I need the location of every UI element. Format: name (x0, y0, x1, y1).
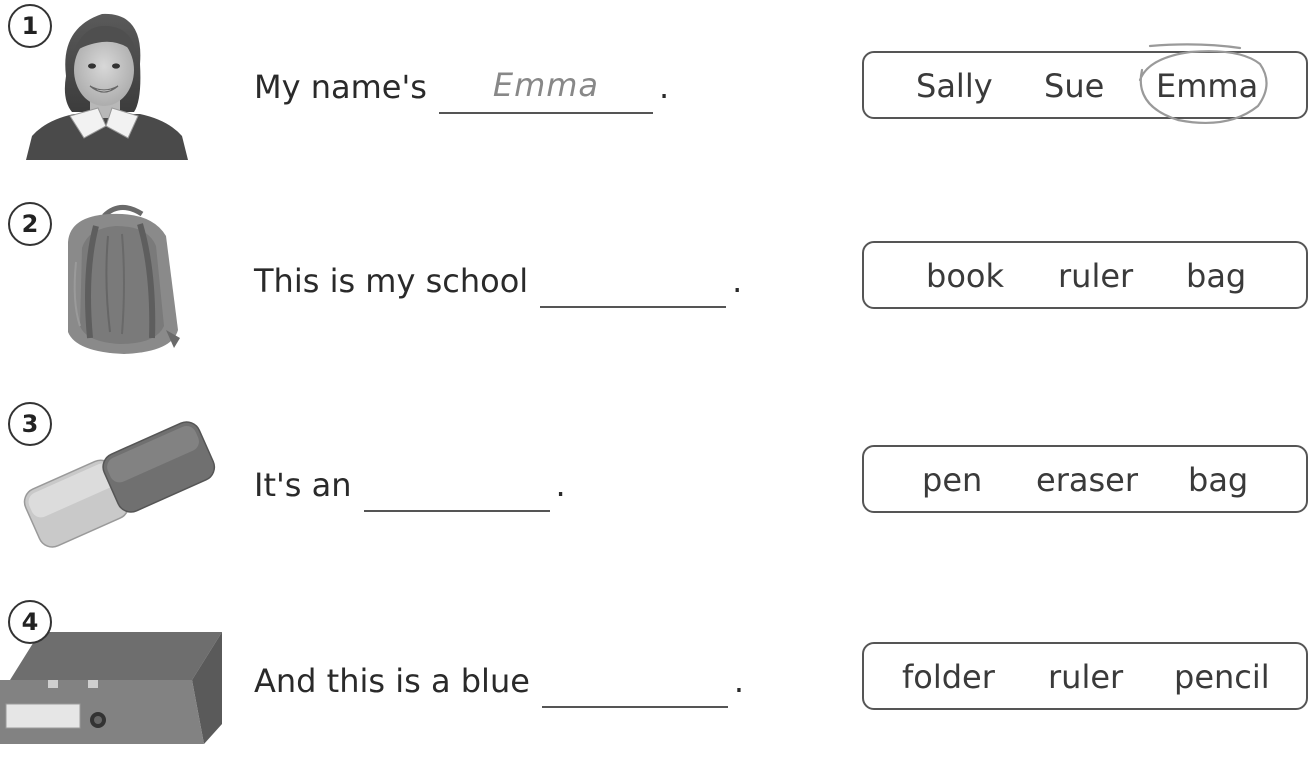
sentence-2: This is my school . (254, 254, 743, 308)
folder-photo (0, 632, 222, 744)
exercise-number-4: 4 (8, 600, 52, 644)
option-bag-3[interactable]: bag (1188, 461, 1248, 499)
sentence-4: And this is a blue . (254, 654, 745, 708)
sentence-text-4: And this is a blue (254, 662, 530, 700)
answer-blank-4[interactable] (541, 662, 728, 708)
answer-blank-3[interactable] (363, 466, 550, 512)
exercise-3: 3 It's an . pen eraser bag (0, 398, 1309, 568)
exercise-1: 1 My name's Emma . Sally Sue Emma (0, 0, 1309, 170)
option-ruler[interactable]: ruler (1058, 257, 1133, 295)
word-options-box-3: pen eraser bag (862, 445, 1308, 513)
sentence-text-1: My name's (254, 68, 427, 106)
option-eraser[interactable]: eraser (1036, 461, 1138, 499)
option-ruler-4[interactable]: ruler (1048, 658, 1123, 696)
word-options-box-2: book ruler bag (862, 241, 1308, 309)
sentence-period-1: . (658, 68, 670, 106)
exercise-number-1: 1 (8, 4, 52, 48)
option-bag[interactable]: bag (1186, 257, 1246, 295)
exercise-4: 4 And this is a blue . folder ruler penc… (0, 596, 1309, 766)
option-book[interactable]: book (926, 257, 1004, 295)
circle-mark-icon (1138, 43, 1268, 125)
exercise-number-2: 2 (8, 202, 52, 246)
backpack-photo (68, 205, 180, 354)
exercise-2: 2 This is my school . book ruler bag (0, 196, 1309, 366)
answer-blank-1[interactable]: Emma (438, 66, 653, 114)
option-pencil[interactable]: pencil (1174, 658, 1270, 696)
sentence-period-4: . (733, 662, 745, 700)
sentence-1: My name's Emma . (254, 60, 670, 114)
answer-blank-2[interactable] (540, 262, 727, 308)
option-sally[interactable]: Sally (916, 67, 993, 105)
word-options-box-4: folder ruler pencil (862, 642, 1308, 710)
sentence-3: It's an . (254, 458, 566, 512)
answer-text-1: Emma (492, 66, 600, 104)
option-pen[interactable]: pen (922, 461, 982, 499)
option-folder[interactable]: folder (902, 658, 995, 696)
sentence-period-3: . (555, 466, 566, 504)
sentence-text-3: It's an (254, 466, 352, 504)
sentence-text-2: This is my school (254, 262, 529, 300)
option-sue[interactable]: Sue (1044, 67, 1104, 105)
sentence-period-2: . (732, 262, 743, 300)
exercise-number-3: 3 (8, 402, 52, 446)
